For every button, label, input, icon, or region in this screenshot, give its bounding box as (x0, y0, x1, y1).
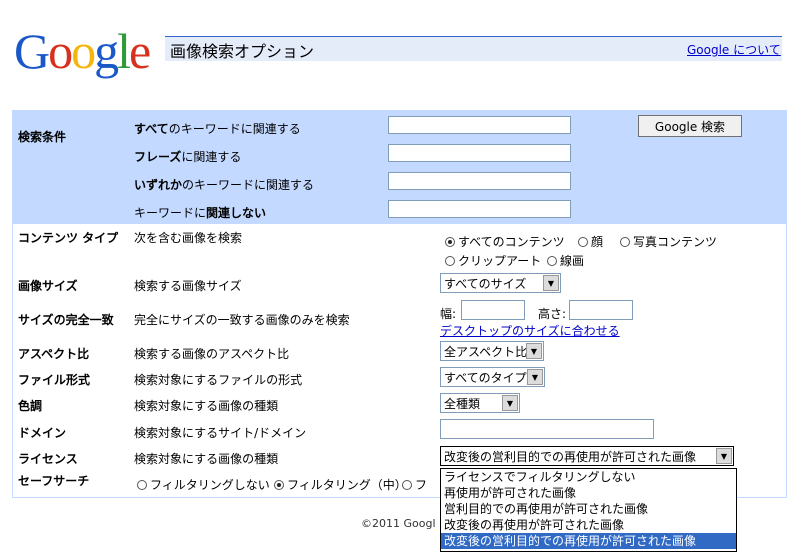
domain-label: ドメイン (18, 426, 67, 440)
license-dropdown-list[interactable]: ライセンスでフィルタリングしない 再使用が許可された画像 営利目的での再使用が許… (440, 468, 737, 552)
logo-letter: e (129, 23, 151, 79)
width-input[interactable] (461, 300, 525, 320)
content-type-label: コンテンツ タイプ (18, 231, 119, 245)
desktop-size-link[interactable]: デスクトップのサイズに合わせる (440, 322, 620, 339)
content-type-option-lineart[interactable]: 線画 (547, 252, 584, 269)
google-search-button[interactable]: Google 検索 (638, 115, 742, 137)
radio-icon[interactable] (137, 480, 147, 490)
aspect-desc: 検索する画像のアスペクト比 (134, 347, 290, 361)
logo-letter: l (117, 23, 131, 79)
phrase-input[interactable] (388, 144, 571, 162)
width-label: 幅: (440, 307, 457, 321)
not-words-label: キーワードに関連しない (134, 206, 267, 220)
domain-desc: 検索対象にするサイト/ドメイン (134, 426, 307, 440)
exact-size-desc: 完全にサイズの一致する画像のみを検索 (134, 313, 350, 327)
radio-icon[interactable] (547, 256, 557, 266)
domain-input[interactable] (440, 419, 654, 439)
page-title: 画像検索オプション (170, 42, 315, 61)
image-size-desc: 検索する画像サイズ (134, 279, 242, 293)
content-type-option-all[interactable]: すべてのコンテンツ (445, 233, 565, 250)
safesearch-label: セーフサーチ (18, 474, 90, 488)
radio-icon[interactable] (445, 237, 455, 247)
aspect-select[interactable]: 全アスペクト比 ▼ (440, 341, 544, 361)
height-input[interactable] (569, 300, 633, 320)
chevron-down-icon[interactable]: ▼ (543, 275, 559, 291)
chevron-down-icon[interactable]: ▼ (526, 343, 542, 359)
filetype-label: ファイル形式 (18, 373, 91, 387)
height-label: 高さ: (538, 307, 567, 321)
image-size-select[interactable]: すべてのサイズ ▼ (440, 273, 561, 293)
color-desc: 検索対象にする画像の種類 (134, 399, 279, 413)
exact-size-label: サイズの完全一致 (18, 313, 114, 327)
not-words-input[interactable] (388, 200, 571, 218)
filetype-desc: 検索対象にするファイルの形式 (134, 373, 303, 387)
any-words-input[interactable] (388, 172, 571, 190)
google-logo[interactable]: Google (14, 23, 151, 79)
search-terms-label: 検索条件 (18, 130, 67, 144)
chevron-down-icon[interactable]: ▼ (716, 448, 732, 464)
phrase-label: フレーズに関連する (134, 150, 242, 164)
license-label: ライセンス (18, 452, 78, 466)
logo-letter: G (14, 23, 50, 79)
safesearch-option-off[interactable]: フィルタリングしない (137, 476, 270, 493)
radio-icon[interactable] (578, 237, 588, 247)
license-option[interactable]: 改変後の再使用が許可された画像 (441, 517, 736, 533)
content-type-option-face[interactable]: 顔 (578, 233, 603, 250)
chevron-down-icon[interactable]: ▼ (502, 395, 518, 411)
content-type-option-photo[interactable]: 写真コンテンツ (620, 233, 717, 250)
color-select[interactable]: 全種類 ▼ (440, 393, 520, 413)
filetype-select[interactable]: すべてのタイプ ▼ (440, 367, 545, 387)
safesearch-option-moderate[interactable]: フィルタリング（中） (274, 476, 407, 493)
license-desc: 検索対象にする画像の種類 (134, 452, 279, 466)
logo-letter: o (71, 23, 96, 79)
logo-letter: o (48, 23, 73, 79)
content-type-desc: 次を含む画像を検索 (134, 231, 243, 245)
all-words-label: すべてのキーワードに関連する (134, 122, 301, 136)
radio-icon[interactable] (402, 480, 412, 490)
any-words-label: いずれかのキーワードに関連する (134, 178, 315, 192)
logo-letter: g (94, 23, 119, 79)
radio-icon[interactable] (274, 480, 284, 490)
license-option-highlighted[interactable]: 改変後の営利目的での再使用が許可された画像 (441, 533, 736, 549)
content-type-option-clipart[interactable]: クリップアート (445, 252, 541, 269)
color-label: 色調 (18, 399, 43, 413)
all-words-input[interactable] (388, 116, 571, 134)
safesearch-option-strict[interactable]: フ (402, 476, 427, 493)
about-google-link[interactable]: Google について (687, 41, 781, 58)
aspect-label: アスペクト比 (18, 347, 90, 361)
license-option[interactable]: 再使用が許可された画像 (441, 485, 736, 501)
chevron-down-icon[interactable]: ▼ (527, 369, 543, 385)
license-option[interactable]: 営利目的での再使用が許可された画像 (441, 501, 736, 517)
license-option[interactable]: ライセンスでフィルタリングしない (441, 469, 736, 485)
copyright: ©2011 Googl (361, 517, 436, 530)
license-select[interactable]: 改変後の営利目的での再使用が許可された画像 ▼ (440, 446, 734, 466)
radio-icon[interactable] (620, 237, 630, 247)
image-size-label: 画像サイズ (18, 279, 78, 293)
radio-icon[interactable] (445, 256, 455, 266)
